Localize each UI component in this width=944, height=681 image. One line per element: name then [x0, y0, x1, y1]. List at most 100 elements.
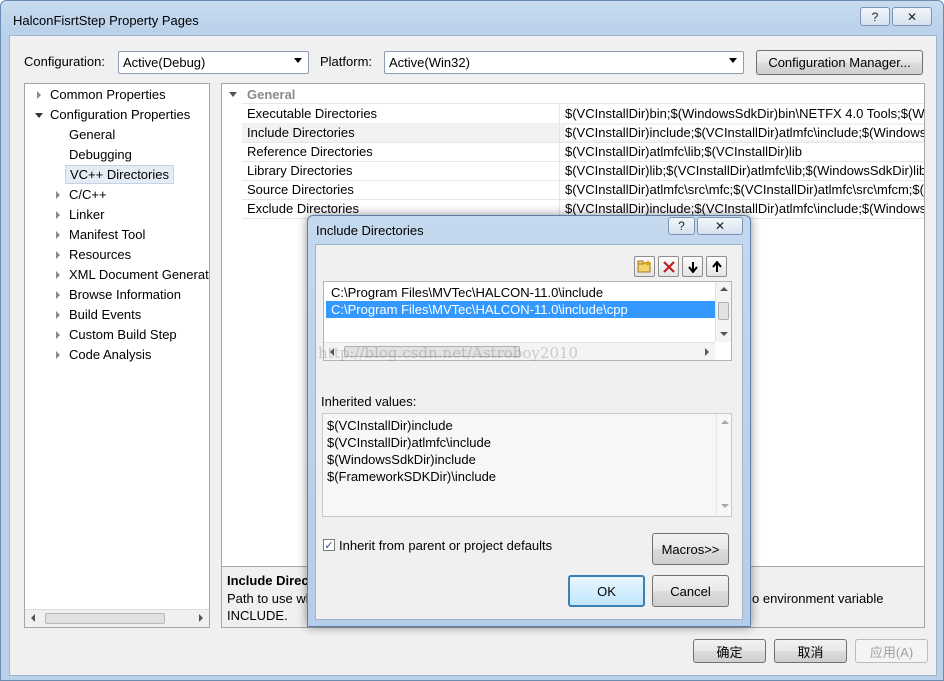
grid-row-name: Executable Directories: [247, 106, 378, 121]
tree-horizontal-scrollbar[interactable]: [25, 609, 209, 627]
list-item-selected[interactable]: C:\Program Files\MVTec\HALCON-11.0\inclu…: [326, 301, 716, 318]
expand-icon[interactable]: [56, 251, 60, 259]
expand-icon[interactable]: [56, 351, 60, 359]
expand-icon[interactable]: [56, 231, 60, 239]
grid-row-name: Reference Directories: [247, 144, 373, 159]
grid-category-general: General: [247, 87, 296, 102]
tree-item-debugging[interactable]: Debugging: [69, 147, 132, 162]
description-title: Include Direc: [227, 573, 309, 588]
dialog-ok-button[interactable]: OK: [568, 575, 645, 607]
list-item[interactable]: C:\Program Files\MVTec\HALCON-11.0\inclu…: [326, 284, 716, 301]
platform-value: Active(Win32): [389, 55, 470, 70]
list-vertical-scrollbar[interactable]: [715, 282, 731, 342]
grid-row[interactable]: Executable Directories $(VCInstallDir)bi…: [242, 104, 925, 123]
grid-row-name: Exclude Directories: [247, 201, 359, 216]
inherit-checkbox[interactable]: ✓: [323, 539, 335, 552]
cancel-button[interactable]: 取消: [774, 639, 847, 663]
grid-row[interactable]: Source Directories $(VCInstallDir)atlmfc…: [242, 180, 924, 199]
grid-row[interactable]: Library Directories $(VCInstallDir)lib;$…: [242, 161, 925, 180]
expand-icon[interactable]: [56, 311, 60, 319]
tree-item-browse-information[interactable]: Browse Information: [69, 287, 181, 302]
dialog-cancel-button[interactable]: Cancel: [652, 575, 729, 607]
checkmark-icon: ✓: [324, 539, 334, 552]
tree-item-general[interactable]: General: [69, 127, 115, 142]
inherited-values-box: $(VCInstallDir)include $(VCInstallDir)at…: [322, 413, 732, 517]
tree-item-configuration-properties[interactable]: Configuration Properties: [50, 107, 190, 122]
dialog-client-area: C:\Program Files\MVTec\HALCON-11.0\inclu…: [315, 244, 743, 620]
chevron-down-icon: [729, 58, 737, 63]
expand-icon[interactable]: [56, 211, 60, 219]
tree-item-custom-build-step[interactable]: Custom Build Step: [69, 327, 177, 342]
tree-item-build-events[interactable]: Build Events: [69, 307, 141, 322]
tree-item-c-cpp[interactable]: C/C++: [69, 187, 107, 202]
configuration-label: Configuration:: [24, 54, 105, 69]
tree-item-resources[interactable]: Resources: [69, 247, 131, 262]
expand-icon[interactable]: [56, 191, 60, 199]
ok-button[interactable]: 确定: [693, 639, 766, 663]
description-text-line2: INCLUDE.: [227, 608, 288, 623]
grid-row-value: $(VCInstallDir)lib;$(VCInstallDir)atlmfc…: [565, 163, 925, 178]
close-icon: ✕: [906, 9, 918, 24]
grid-row-value: $(VCInstallDir)bin;$(WindowsSdkDir)bin\N…: [565, 106, 925, 121]
inherited-value: $(VCInstallDir)atlmfc\include: [327, 435, 491, 450]
grid-row[interactable]: Reference Directories $(VCInstallDir)atl…: [242, 142, 924, 161]
platform-combo[interactable]: Active(Win32): [384, 51, 744, 74]
grid-row-value: $(VCInstallDir)include;$(VCInstallDir)at…: [565, 201, 925, 216]
scrollbar-thumb[interactable]: [45, 613, 165, 624]
description-text-right: o environment variable: [752, 591, 884, 606]
arrow-down-icon: [687, 261, 698, 273]
move-down-button[interactable]: [682, 256, 703, 277]
tree-item-common-properties[interactable]: Common Properties: [50, 87, 166, 102]
help-button[interactable]: ?: [860, 7, 890, 26]
expand-icon[interactable]: [56, 291, 60, 299]
expand-icon[interactable]: [56, 331, 60, 339]
delete-icon: [662, 260, 675, 273]
inherited-vertical-scrollbar[interactable]: [716, 414, 732, 516]
scrollbar-thumb[interactable]: [718, 302, 729, 320]
inherited-value: $(WindowsSdkDir)include: [327, 452, 476, 467]
tree-item-code-analysis[interactable]: Code Analysis: [69, 347, 151, 362]
configuration-manager-button[interactable]: Configuration Manager...: [756, 50, 923, 75]
inherited-value: $(FrameworkSDKDir)\include: [327, 469, 497, 484]
new-folder-icon: [637, 260, 651, 273]
tree-item-linker[interactable]: Linker: [69, 207, 104, 222]
scroll-right-icon[interactable]: [705, 348, 709, 356]
grid-row-value: $(VCInstallDir)atlmfc\src\mfc;$(VCInstal…: [565, 182, 924, 197]
expand-icon[interactable]: [56, 271, 60, 279]
chevron-down-icon: [294, 58, 302, 63]
move-up-button[interactable]: [706, 256, 727, 277]
dialog-close-button[interactable]: ✕: [697, 217, 743, 235]
close-button[interactable]: ✕: [892, 7, 932, 26]
new-line-button[interactable]: [634, 256, 655, 277]
tree-item-xml-document-generator[interactable]: XML Document Generat: [69, 267, 209, 282]
grid-row-name: Library Directories: [247, 163, 353, 178]
scroll-right-icon[interactable]: [199, 614, 203, 622]
dialog-help-button[interactable]: ?: [668, 217, 695, 235]
include-directories-dialog: Include Directories ? ✕ C:\Program Files…: [307, 215, 751, 627]
inherit-checkbox-label[interactable]: Inherit from parent or project defaults: [339, 538, 552, 553]
grid-row-name: Include Directories: [247, 125, 355, 140]
expand-icon[interactable]: [37, 91, 41, 99]
grid-column-divider: [559, 104, 560, 218]
macros-button[interactable]: Macros>>: [652, 533, 729, 565]
description-text-left: Path to use wh: [227, 591, 313, 606]
inherited-values-label: Inherited values:: [321, 394, 417, 409]
inherited-value: $(VCInstallDir)include: [327, 418, 453, 433]
help-icon: ?: [678, 219, 685, 233]
grid-row[interactable]: Include Directories $(VCInstallDir)inclu…: [242, 123, 924, 142]
apply-button[interactable]: 应用(A): [855, 639, 928, 663]
scroll-up-icon[interactable]: [721, 420, 729, 424]
arrow-up-icon: [711, 260, 722, 272]
scroll-left-icon[interactable]: [31, 614, 35, 622]
window-title: HalconFisrtStep Property Pages: [13, 13, 199, 28]
scroll-up-icon[interactable]: [720, 287, 728, 291]
watermark-text: http://blog.csdn.net/Astroboy2010: [318, 344, 579, 362]
tree-item-manifest-tool[interactable]: Manifest Tool: [69, 227, 145, 242]
tree-item-vc-directories[interactable]: VC++ Directories: [65, 165, 174, 184]
collapse-icon[interactable]: [229, 92, 237, 97]
scroll-down-icon[interactable]: [721, 504, 729, 508]
configuration-combo[interactable]: Active(Debug): [118, 51, 309, 74]
collapse-icon[interactable]: [35, 113, 43, 118]
scroll-down-icon[interactable]: [720, 332, 728, 336]
delete-line-button[interactable]: [658, 256, 679, 277]
